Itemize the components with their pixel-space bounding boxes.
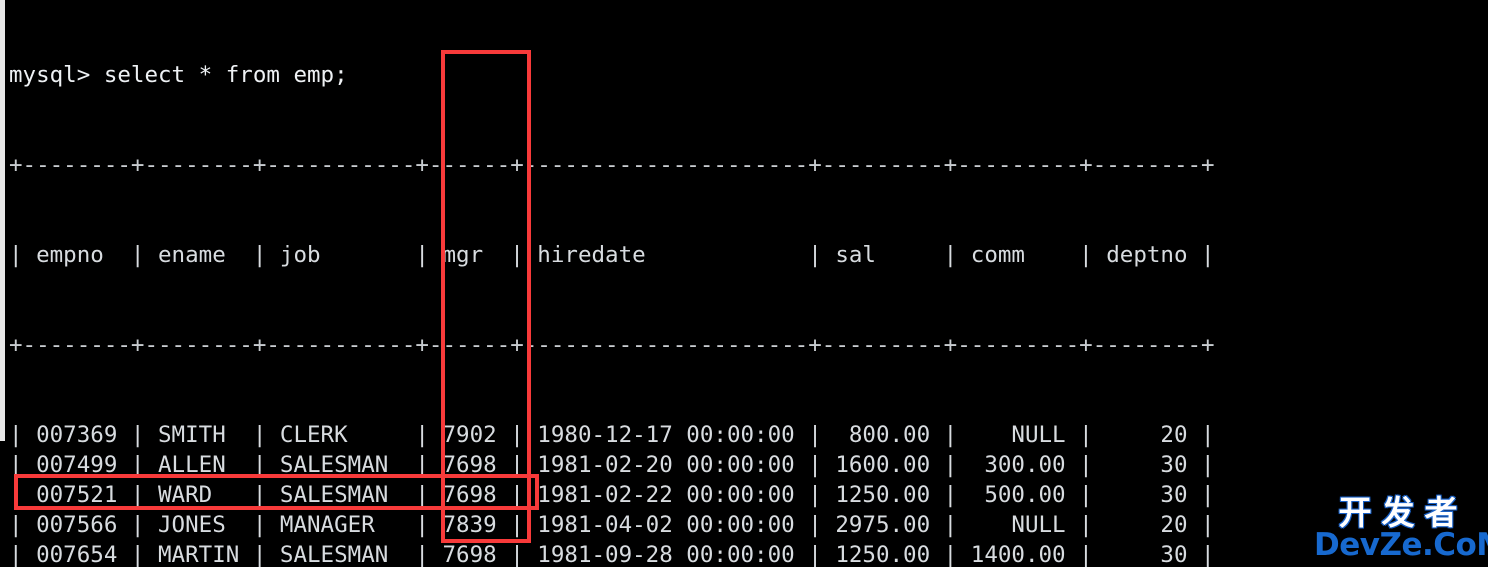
table-row: | 007566 | JONES | MANAGER | 7839 | 1981…	[9, 512, 1215, 538]
scrollbar-thumb[interactable]	[0, 0, 5, 441]
table-row: | 007521 | WARD | SALESMAN | 7698 | 1981…	[9, 482, 1215, 508]
vertical-scrollbar[interactable]	[0, 0, 5, 567]
watermark-cjk-text: 开发者	[1338, 493, 1468, 532]
table-header-border: +--------+--------+-----------+------+--…	[9, 332, 1215, 358]
table-header-row: | empno | ename | job | mgr | hiredate |…	[9, 242, 1215, 268]
table-row: | 007654 | MARTIN | SALESMAN | 7698 | 19…	[9, 542, 1215, 567]
table-row: | 007369 | SMITH | CLERK | 7902 | 1980-1…	[9, 422, 1215, 448]
table-body: | 007369 | SMITH | CLERK | 7902 | 1980-1…	[9, 420, 1488, 567]
table-top-border: +--------+--------+-----------+------+--…	[9, 152, 1215, 178]
table-row: | 007499 | ALLEN | SALESMAN | 7698 | 198…	[9, 452, 1215, 478]
watermark-latin-text: DevZe.CoM	[1314, 527, 1488, 563]
site-watermark: 开发者 DevZe.CoM	[1314, 493, 1488, 563]
mysql-prompt-line: mysql> select * from emp;	[9, 62, 348, 88]
terminal-window: mysql> select * from emp; +--------+----…	[0, 0, 1488, 567]
terminal-output[interactable]: mysql> select * from emp; +--------+----…	[9, 0, 1488, 567]
